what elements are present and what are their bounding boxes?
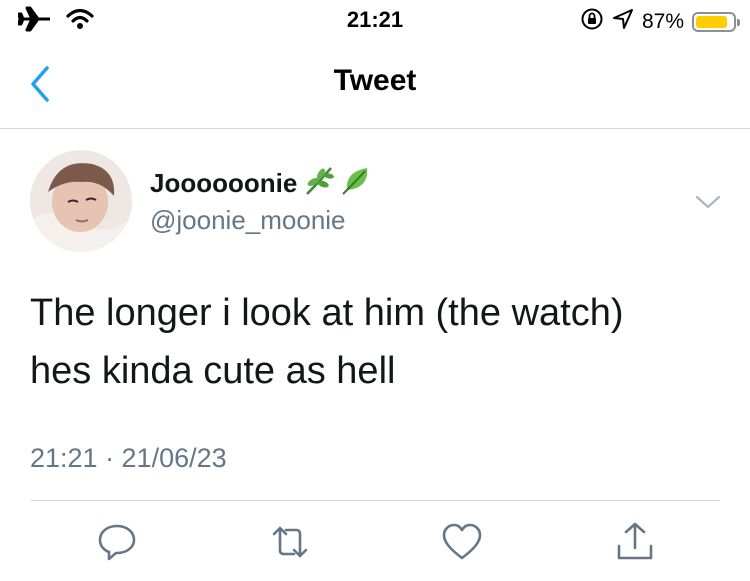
divider <box>30 500 720 501</box>
herb-emoji-icons <box>303 164 373 196</box>
reply-button[interactable] <box>95 520 139 564</box>
like-button[interactable] <box>440 520 484 564</box>
heart-icon <box>442 523 482 560</box>
author-handle[interactable]: @joonie_moonie <box>150 205 346 236</box>
leaf-fluttering-icon <box>342 168 368 195</box>
nav-bar: Tweet <box>0 40 750 129</box>
retweet-button[interactable] <box>268 520 312 564</box>
status-bar: 21:21 87% <box>0 0 750 40</box>
more-options-button[interactable] <box>694 192 722 212</box>
herb-icon <box>306 167 334 195</box>
tweet-text-line: hes kinda cute as hell <box>30 350 396 392</box>
action-bar <box>0 520 750 570</box>
battery-level <box>696 15 727 28</box>
tweet-text: The longer i look at him (the watch) hes… <box>30 284 720 400</box>
author-name[interactable]: Joooooonie <box>150 168 297 199</box>
page-title: Tweet <box>333 64 417 97</box>
reply-icon <box>98 524 136 561</box>
tweet-text-line: The longer i look at him (the watch) <box>30 292 624 334</box>
battery-percent: 87% <box>641 9 684 33</box>
avatar[interactable] <box>30 150 132 252</box>
orientation-lock-icon <box>580 7 604 36</box>
battery-icon <box>692 11 740 32</box>
chevron-down-icon <box>695 195 721 209</box>
location-icon <box>612 8 634 35</box>
avatar-image <box>30 150 132 252</box>
tweet-timestamp: 21:21 · 21/06/23 <box>30 443 227 473</box>
retweet-icon <box>272 526 308 558</box>
share-icon <box>617 522 653 560</box>
share-button[interactable] <box>613 520 657 564</box>
tweet-detail-screen: 21:21 87% Tweet Joooooonie @joonie_mooni… <box>0 0 750 581</box>
